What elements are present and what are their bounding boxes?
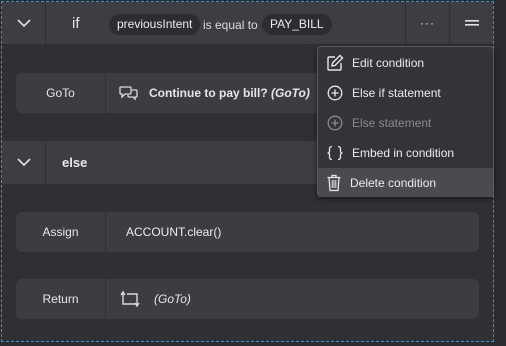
goto-suffix: (GoTo) [271, 86, 310, 100]
return-label: Return [16, 279, 106, 319]
chevron-down-icon [16, 158, 31, 167]
if-condition-header: if previousIntent is equal to PAY_BILL ·… [2, 2, 493, 44]
return-step-row[interactable]: Return (GoTo) [16, 279, 479, 319]
collapse-if-button[interactable] [2, 2, 46, 44]
condition-operator[interactable]: is equal to [203, 18, 258, 32]
menu-item-label: Edit condition [352, 55, 425, 70]
condition-variable-pill[interactable]: previousIntent [109, 14, 201, 35]
goto-step-row[interactable]: GoTo Continue to pay bill? (GoTo) [16, 73, 326, 113]
menu-item-label: Else if statement [352, 85, 441, 100]
return-suffix: (GoTo) [154, 292, 191, 306]
drag-handle-icon [464, 20, 479, 26]
menu-item-edit-condition[interactable]: Edit condition [318, 48, 493, 77]
goto-target-name: Continue to pay bill? [149, 86, 268, 100]
condition-value-pill[interactable]: PAY_BILL [262, 14, 332, 35]
assign-value: ACCOUNT.clear() [126, 225, 222, 239]
braces-icon [327, 145, 343, 160]
goto-target-text: Continue to pay bill? (GoTo) [149, 86, 310, 100]
more-options-button[interactable]: ··· [405, 2, 449, 44]
ellipsis-icon: ··· [420, 16, 435, 30]
menu-item-else-statement: Else statement [318, 108, 493, 137]
else-header: else [2, 141, 322, 184]
collapse-else-button[interactable] [2, 141, 46, 184]
trash-icon [327, 174, 341, 191]
edit-icon [327, 54, 344, 71]
loop-arrows-icon [120, 290, 140, 308]
menu-item-else-if-statement[interactable]: Else if statement [318, 78, 493, 107]
chat-bubbles-icon [119, 86, 138, 101]
menu-item-label: Embed in condition [352, 145, 455, 160]
goto-label: GoTo [16, 73, 106, 113]
if-keyword: if [72, 15, 80, 32]
menu-item-delete-condition[interactable]: Delete condition [318, 168, 493, 197]
else-keyword: else [62, 155, 88, 170]
menu-item-embed-in-condition[interactable]: Embed in condition [318, 138, 493, 167]
plus-circle-icon [327, 115, 343, 130]
menu-item-label: Delete condition [350, 175, 437, 190]
plus-circle-icon [327, 85, 343, 100]
condition-options-menu: Edit condition Else if statement Else st… [317, 46, 494, 197]
drag-handle-button[interactable] [449, 2, 493, 44]
assign-label: Assign [16, 212, 106, 252]
menu-item-label: Else statement [352, 115, 432, 130]
chevron-down-icon [16, 18, 31, 27]
assign-step-row[interactable]: Assign ACCOUNT.clear() [16, 212, 479, 252]
